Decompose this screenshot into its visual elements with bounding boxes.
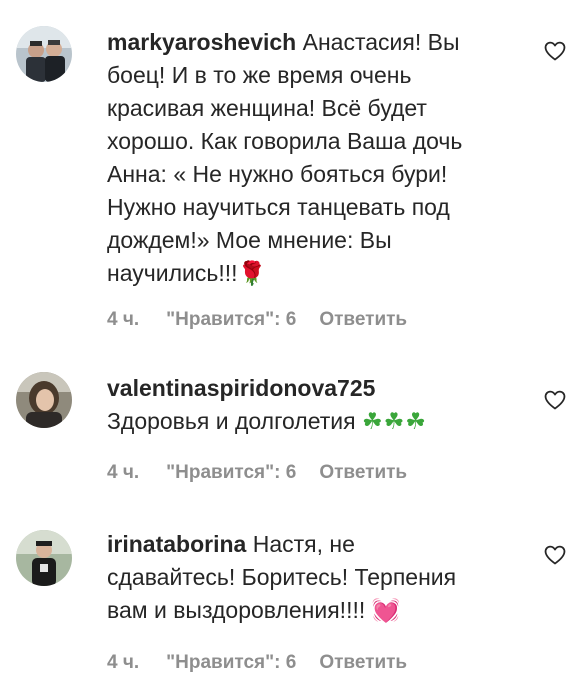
reply-button[interactable]: Ответить xyxy=(319,652,407,674)
comment-meta: 4 ч. "Нравится": 6 Ответить xyxy=(107,309,407,331)
comment-likes[interactable]: "Нравится": 6 xyxy=(166,462,296,484)
comment-likes[interactable]: "Нравится": 6 xyxy=(166,309,296,331)
reply-button[interactable]: Ответить xyxy=(319,462,407,484)
comment-text: Анастасия! Вы боец! И в то же время очен… xyxy=(107,29,463,286)
comment-meta: 4 ч. "Нравится": 6 Ответить xyxy=(107,652,407,674)
comment-text: Здоровья и долголетия xyxy=(107,408,362,434)
avatar[interactable] xyxy=(16,372,72,428)
comment-meta: 4 ч. "Нравится": 6 Ответить xyxy=(107,462,407,484)
comment-time[interactable]: 4 ч. xyxy=(107,462,139,484)
avatar-image xyxy=(16,530,72,586)
heart-outline-icon[interactable] xyxy=(543,543,567,567)
avatar-image xyxy=(16,372,72,428)
heart-outline-icon[interactable] xyxy=(543,388,567,412)
shamrock-emoji: ☘☘☘ xyxy=(361,409,427,435)
comment-time[interactable]: 4 ч. xyxy=(107,309,139,331)
comment-username[interactable]: markyaroshevich xyxy=(107,29,296,55)
avatar[interactable] xyxy=(16,530,72,586)
comment-time[interactable]: 4 ч. xyxy=(107,652,139,674)
comment-body: irinataborina Настя, не сдавайтесь! Бори… xyxy=(107,528,527,628)
growing-heart-emoji: 💓 xyxy=(371,598,401,624)
comment-body: valentinaspiridonova725 Здоровья и долго… xyxy=(107,372,527,439)
comment-body: markyaroshevich Анастасия! Вы боец! И в … xyxy=(107,26,527,291)
comment-username[interactable]: irinataborina xyxy=(107,531,246,557)
rose-emoji: 🌹 xyxy=(237,261,267,287)
avatar-image xyxy=(16,26,72,82)
comment-likes[interactable]: "Нравится": 6 xyxy=(166,652,296,674)
comment-username[interactable]: valentinaspiridonova725 xyxy=(107,375,375,401)
heart-outline-icon[interactable] xyxy=(543,39,567,63)
reply-button[interactable]: Ответить xyxy=(319,309,407,331)
avatar[interactable] xyxy=(16,26,72,82)
